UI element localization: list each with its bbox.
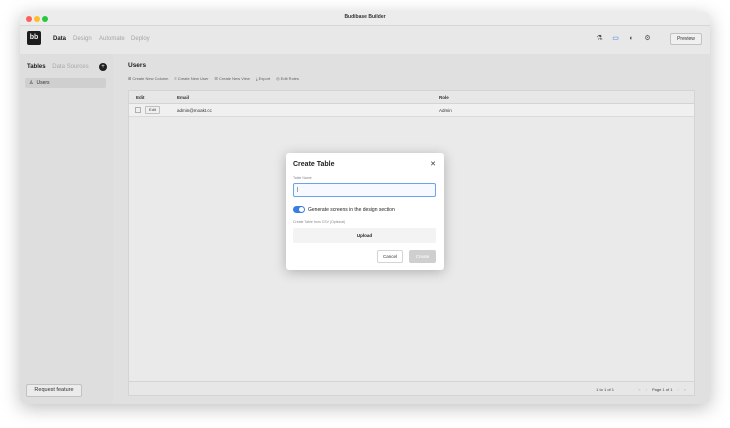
generate-screens-label: Generate screens in the design section [308, 207, 395, 213]
create-table-modal: Create Table ✕ Table Name | Generate scr… [286, 153, 444, 270]
modal-title: Create Table [293, 161, 335, 168]
close-icon[interactable]: ✕ [430, 160, 436, 168]
table-name-label: Table Name [293, 176, 312, 180]
csv-label: Create Table from CSV (Optional) [293, 220, 346, 224]
upload-button[interactable]: Upload [293, 228, 436, 243]
app-window: Budibase Builder bb Data Design Automate… [20, 12, 710, 404]
toggle-knob [299, 207, 304, 212]
create-button[interactable]: Create [409, 250, 436, 263]
window-title: Budibase Builder [344, 14, 386, 20]
generate-screens-toggle[interactable] [293, 206, 305, 213]
cancel-button[interactable]: Cancel [377, 250, 403, 263]
table-name-input[interactable]: | [293, 183, 436, 197]
title-bar: Budibase Builder [20, 12, 710, 26]
